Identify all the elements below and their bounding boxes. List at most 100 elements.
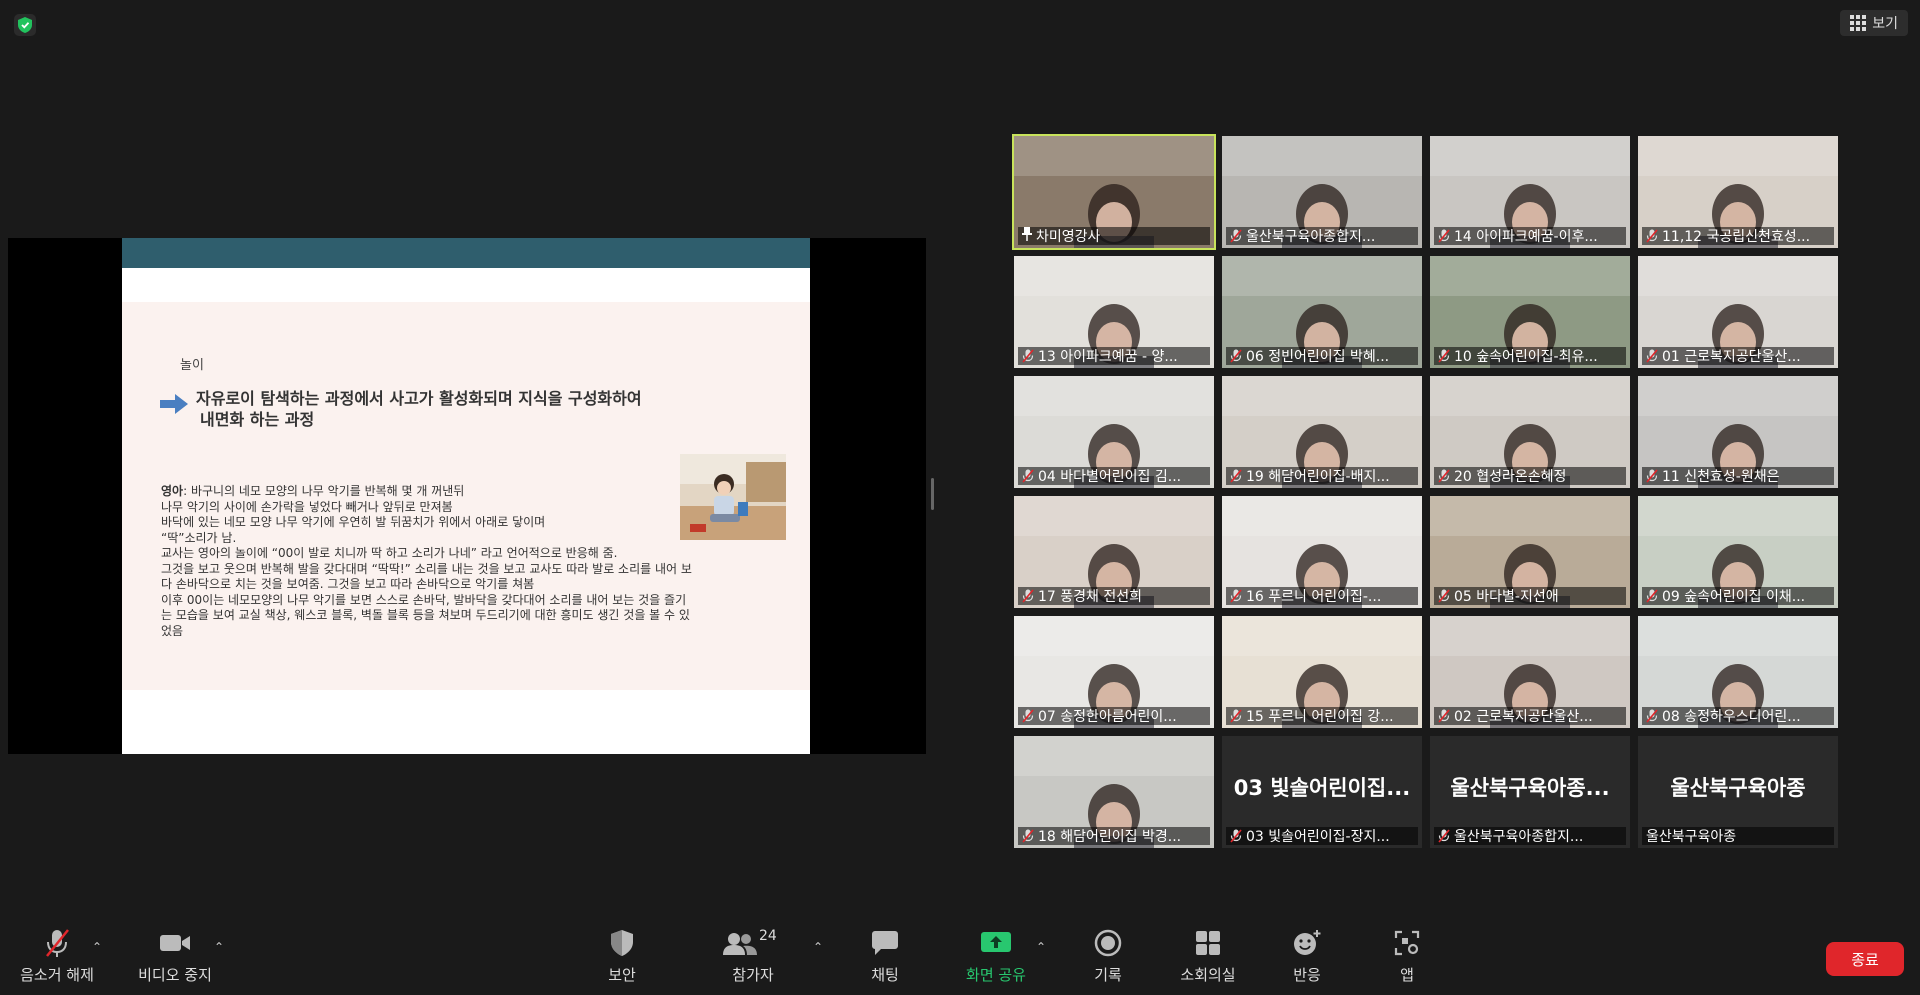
mic-muted-icon [1438, 469, 1450, 483]
participant-tile[interactable]: 차미영강사 [1012, 134, 1216, 250]
share-options-caret-icon[interactable]: ⌃ [1036, 940, 1046, 954]
participant-label: 차미영강사 [1018, 227, 1210, 245]
participant-name: 20 협성라온손혜정 [1454, 469, 1567, 485]
security-shield-icon[interactable] [14, 14, 36, 36]
unmute-button[interactable]: 음소거 해제 [2, 928, 112, 985]
slide-title-line1: 자유로이 탐색하는 과정에서 사고가 활성화되며 지식을 구성화하여 [196, 389, 642, 408]
participant-tile[interactable]: 20 협성라온손혜정 [1430, 376, 1630, 488]
participant-name: 06 정빈어린이집 박혜... [1246, 349, 1390, 365]
stop-video-button[interactable]: 비디오 중지 [120, 928, 230, 985]
mic-muted-icon [1646, 349, 1658, 363]
mic-muted-icon [1230, 829, 1242, 843]
slide-body-lead: 영아 [161, 484, 184, 498]
mic-muted-icon [1230, 469, 1242, 483]
participant-count: 24 [759, 928, 777, 944]
participant-tile[interactable]: 15 푸르니 어린이집 강... [1222, 616, 1422, 728]
participant-tile[interactable]: 07 송정한아름어린이... [1014, 616, 1214, 728]
participant-label: 13 아이파크예꿈 - 양... [1018, 347, 1210, 365]
participant-label: 05 바다별-지선애 [1434, 587, 1626, 605]
shared-screen[interactable]: 놀이 자유로이 탐색하는 과정에서 사고가 활성화되며 지식을 구성화하여 내면… [8, 238, 926, 754]
share-screen-button[interactable]: 화면 공유 [941, 928, 1051, 985]
end-meeting-button[interactable]: 종료 [1826, 942, 1904, 976]
participant-name-display: 울산북구육아종... [1450, 776, 1610, 800]
participant-tile[interactable]: 03 빛솔어린이집... 03 빛솔어린이집-장지... [1222, 736, 1422, 848]
share-screen-label: 화면 공유 [966, 966, 1026, 984]
presentation-slide: 놀이 자유로이 탐색하는 과정에서 사고가 활성화되며 지식을 구성화하여 내면… [122, 238, 810, 754]
reactions-label: 반응 [1293, 966, 1321, 984]
participant-label: 04 바다별어린이집 김... [1018, 467, 1210, 485]
participant-tile[interactable]: 09 숲속어린이집 이채... [1638, 496, 1838, 608]
mic-muted-icon [1022, 589, 1034, 603]
slide-body-line: 교사는 영아의 놀이에 “00이 발로 치니까 딱 하고 소리가 나네” 라고 … [161, 546, 618, 560]
participant-tile[interactable]: 11,12 국공립신천효성... [1638, 136, 1838, 248]
reactions-button[interactable]: 반응 [1252, 928, 1362, 985]
audio-options-caret-icon[interactable]: ⌃ [92, 940, 102, 954]
participant-tile[interactable]: 05 바다별-지선애 [1430, 496, 1630, 608]
participant-label: 10 숲속어린이집-최유... [1434, 347, 1626, 365]
participant-tile[interactable]: 울산북구육아종 울산북구육아종 [1638, 736, 1838, 848]
video-options-caret-icon[interactable]: ⌃ [214, 940, 224, 954]
participant-tile[interactable]: 10 숲속어린이집-최유... [1430, 256, 1630, 368]
participant-label: 울산북구육아종 [1642, 827, 1834, 845]
slide-body-line: 나무 악기의 사이에 손가락을 넣었다 빼거나 앞뒤로 만져봄 [161, 499, 453, 514]
participant-tile[interactable]: 14 아이파크예꿈-이후... [1430, 136, 1630, 248]
view-button[interactable]: 보기 [1840, 10, 1908, 36]
slide-body-line: 는 모습을 보여 교실 책상, 웨스코 블록, 벽돌 블록 등을 쳐보며 두드리… [161, 608, 690, 622]
participant-name: 울산북구육아종 [1646, 829, 1737, 845]
participant-name: 11,12 국공립신천효성... [1662, 229, 1811, 245]
mic-muted-icon [1438, 709, 1450, 723]
participant-name: 17 풍경채 전선희 [1038, 589, 1142, 605]
participant-name: 14 아이파크예꿈-이후... [1454, 229, 1598, 245]
chat-bubble-icon [871, 928, 899, 958]
mic-muted-icon [1646, 469, 1658, 483]
participant-name: 07 송정한아름어린이... [1038, 709, 1177, 725]
participant-tile[interactable]: 04 바다별어린이집 김... [1014, 376, 1214, 488]
pin-icon [1022, 227, 1032, 245]
security-button[interactable]: 보안 [567, 928, 677, 985]
participants-label: 참가자 [732, 966, 774, 984]
participant-label: 11,12 국공립신천효성... [1642, 227, 1834, 245]
participant-tile[interactable]: 08 송정하우스디어린... [1638, 616, 1838, 728]
participant-tile[interactable]: 19 해담어린이집-배지... [1222, 376, 1422, 488]
participant-tile[interactable]: 11 신천효성-원채은 [1638, 376, 1838, 488]
participant-label: 울산북구육아종합지... [1226, 227, 1418, 245]
video-camera-icon [159, 928, 191, 958]
participant-name: 04 바다별어린이집 김... [1038, 469, 1182, 485]
participant-label: 06 정빈어린이집 박혜... [1226, 347, 1418, 365]
chat-button[interactable]: 채팅 [830, 928, 940, 985]
participant-label: 07 송정한아름어린이... [1018, 707, 1210, 725]
participants-button[interactable]: 24 참가자 [698, 928, 808, 985]
participants-options-caret-icon[interactable]: ⌃ [813, 940, 823, 954]
participant-name: 16 푸르니 어린이집-... [1246, 589, 1382, 605]
participant-name: 19 해담어린이집-배지... [1246, 469, 1390, 485]
unmute-label: 음소거 해제 [20, 966, 94, 984]
participant-tile[interactable]: 16 푸르니 어린이집-... [1222, 496, 1422, 608]
participant-tile[interactable]: 17 풍경채 전선희 [1014, 496, 1214, 608]
slide-title-line2: 내면화 하는 과정 [200, 410, 315, 429]
participant-label: 16 푸르니 어린이집-... [1226, 587, 1418, 605]
slide-body-text: 영아: 바구니의 네모 모양의 나무 악기를 반복해 몇 개 꺼낸뒤 나무 악기… [161, 484, 789, 639]
participant-tile[interactable]: 01 근로복지공단울산... [1638, 256, 1838, 368]
participant-tile[interactable]: 울산북구육아종... 울산북구육아종합지... [1430, 736, 1630, 848]
participant-label: 01 근로복지공단울산... [1642, 347, 1834, 365]
participant-tile[interactable]: 울산북구육아종합지... [1222, 136, 1422, 248]
record-button[interactable]: 기록 [1053, 928, 1163, 985]
mic-muted-icon [1230, 589, 1242, 603]
participant-tile[interactable]: 18 해담어린이집 박경... [1014, 736, 1214, 848]
participant-label: 15 푸르니 어린이집 강... [1226, 707, 1418, 725]
participant-tile[interactable]: 06 정빈어린이집 박혜... [1222, 256, 1422, 368]
slide-body-line: “딱”소리가 남. [161, 530, 237, 545]
slide-title: 자유로이 탐색하는 과정에서 사고가 활성화되며 지식을 구성화하여 내면화 하… [196, 388, 756, 430]
breakout-rooms-icon [1195, 928, 1221, 958]
slide-body-line: 이후 00이는 네모모양의 나무 악기를 보면 스스로 손바닥, 발바닥을 갖다… [161, 592, 687, 607]
participant-label: 20 협성라온손혜정 [1434, 467, 1626, 485]
stop-video-label: 비디오 중지 [138, 966, 212, 984]
participant-tile[interactable]: 02 근로복지공단울산... [1430, 616, 1630, 728]
mic-muted-icon [1022, 349, 1034, 363]
participant-tile[interactable]: 13 아이파크예꿈 - 양... [1014, 256, 1214, 368]
apps-button[interactable]: 앱 [1352, 928, 1462, 985]
breakout-rooms-button[interactable]: 소회의실 [1153, 928, 1263, 985]
split-view-handle[interactable] [931, 478, 934, 510]
participant-name: 09 숲속어린이집 이채... [1662, 589, 1806, 605]
meeting-toolbar: 음소거 해제 ⌃ 비디오 중지 ⌃ 보안 24 참가자 ⌃ 채팅 화면 공유 ⌃ [0, 918, 1920, 995]
